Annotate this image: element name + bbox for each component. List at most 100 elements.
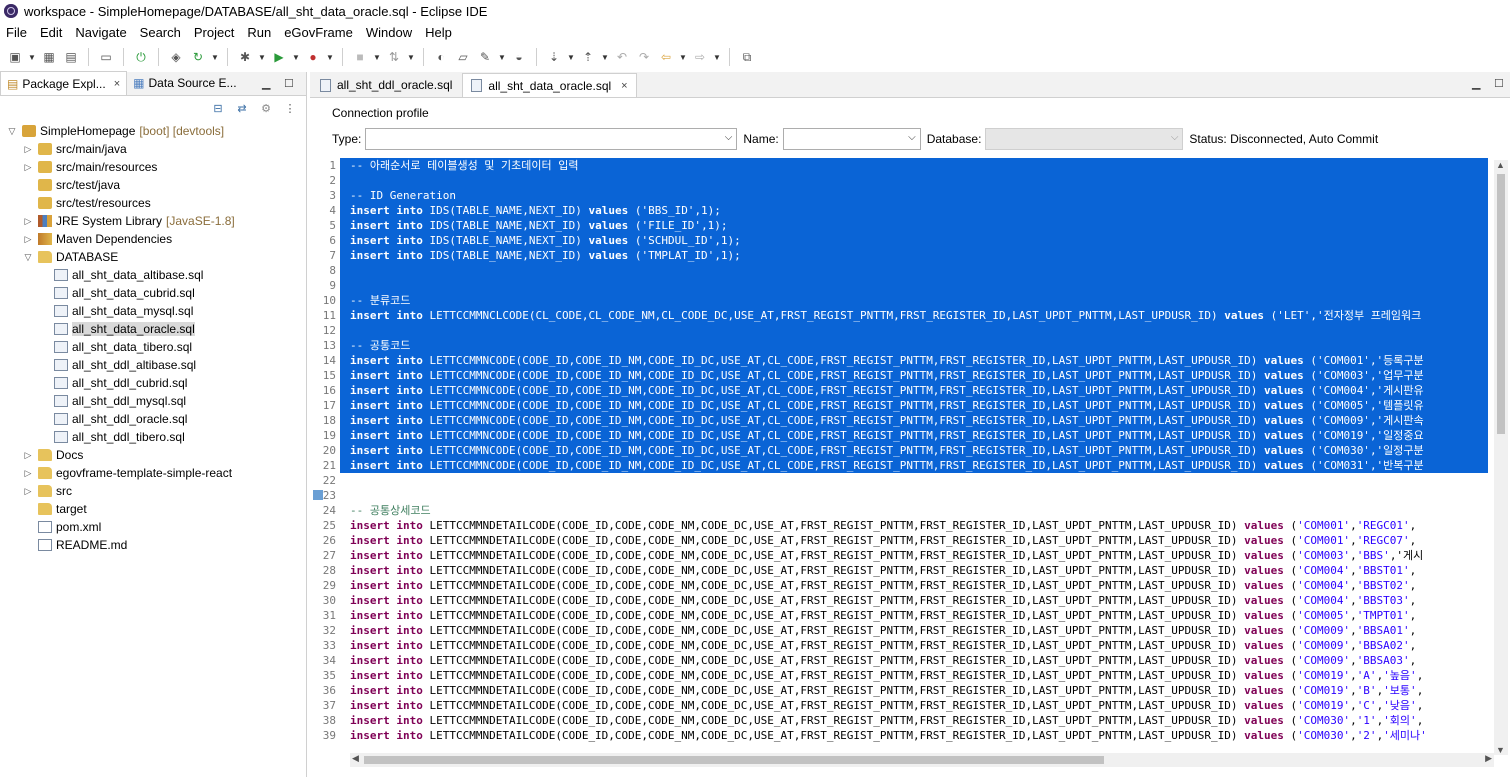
code-text[interactable]: insert into LETTCCMMNDETAILCODE(CODE_ID,… <box>340 593 1488 608</box>
tree-item-src[interactable]: ▷ src <box>0 482 306 500</box>
code-line[interactable]: 18 insert into LETTCCMMNCODE(CODE_ID,CODE… <box>310 413 1498 428</box>
code-line[interactable]: 12 <box>310 323 1498 338</box>
tree-item-src-main-resources[interactable]: ▷ src/main/resources <box>0 158 306 176</box>
code-line[interactable]: 26 insert into LETTCCMMNDETAILCODE(CODE_I… <box>310 533 1498 548</box>
tree-item-sql-file[interactable]: all_sht_ddl_tibero.sql <box>0 428 306 446</box>
external-tools-icon[interactable]: ● <box>304 48 322 66</box>
code-text[interactable]: insert into LETTCCMMNDETAILCODE(CODE_ID,… <box>340 563 1488 578</box>
code-text[interactable]: -- 공통코드 <box>340 338 1488 353</box>
tree-item-simplehomepage[interactable]: ▽ SimpleHomepage [boot] [devtools] <box>0 122 306 140</box>
code-text[interactable]: insert into LETTCCMMNCODE(CODE_ID,CODE_I… <box>340 353 1488 368</box>
connect-icon[interactable]: ⇅ <box>385 48 403 66</box>
code-line[interactable]: 4 insert into IDS(TABLE_NAME,NEXT_ID) val… <box>310 203 1498 218</box>
code-text[interactable]: -- 공통상세코드 <box>340 503 1488 518</box>
debug-icon[interactable]: ✱ <box>236 48 254 66</box>
refresh-icon[interactable]: ↻ <box>189 48 207 66</box>
code-line[interactable]: 16 insert into LETTCCMMNCODE(CODE_ID,CODE… <box>310 383 1498 398</box>
collapse-all-icon[interactable]: ⊟ <box>210 100 226 116</box>
code-text[interactable]: insert into LETTCCMMNDETAILCODE(CODE_ID,… <box>340 578 1488 593</box>
code-text[interactable] <box>340 473 1488 488</box>
minimize-icon[interactable]: ▁ <box>1472 77 1480 90</box>
code-line[interactable]: 10 -- 분류코드 <box>310 293 1498 308</box>
tree-item-maven-dependencies[interactable]: ▷ Maven Dependencies <box>0 230 306 248</box>
tree-item-src-test-resources[interactable]: src/test/resources <box>0 194 306 212</box>
code-line[interactable]: 5 insert into IDS(TABLE_NAME,NEXT_ID) val… <box>310 218 1498 233</box>
code-line[interactable]: 33 insert into LETTCCMMNDETAILCODE(CODE_I… <box>310 638 1498 653</box>
code-line[interactable]: 22 <box>310 473 1498 488</box>
tree-item-sql-file[interactable]: all_sht_ddl_oracle.sql <box>0 410 306 428</box>
code-text[interactable]: insert into LETTCCMMNCODE(CODE_ID,CODE_I… <box>340 428 1488 443</box>
code-line[interactable]: 21 insert into LETTCCMMNCODE(CODE_ID,CODE… <box>310 458 1498 473</box>
task-icon[interactable]: ◒ <box>510 48 528 66</box>
new-icon[interactable]: ▣ <box>6 48 24 66</box>
code-text[interactable]: insert into IDS(TABLE_NAME,NEXT_ID) valu… <box>340 248 1488 263</box>
code-line[interactable]: 6 insert into IDS(TABLE_NAME,NEXT_ID) val… <box>310 233 1498 248</box>
stop-icon[interactable]: ■ <box>351 48 369 66</box>
code-line[interactable]: 29 insert into LETTCCMMNDETAILCODE(CODE_I… <box>310 578 1498 593</box>
code-line[interactable]: 7 insert into IDS(TABLE_NAME,NEXT_ID) val… <box>310 248 1498 263</box>
tree-item-egovframe-template[interactable]: ▷ egovframe-template-simple-react <box>0 464 306 482</box>
code-line[interactable]: 27 insert into LETTCCMMNDETAILCODE(CODE_I… <box>310 548 1498 563</box>
name-select[interactable]: ⌵ <box>782 128 921 150</box>
code-text[interactable]: insert into LETTCCMMNCODE(CODE_ID,CODE_I… <box>340 458 1488 473</box>
link-with-editor-icon[interactable]: ⇄ <box>234 100 250 116</box>
code-text[interactable]: insert into LETTCCMMNDETAILCODE(CODE_ID,… <box>340 698 1488 713</box>
code-text[interactable]: insert into LETTCCMMNDETAILCODE(CODE_ID,… <box>340 623 1488 638</box>
close-icon[interactable]: × <box>114 78 120 90</box>
chevron-down-icon[interactable]: ▼ <box>679 53 687 62</box>
chevron-down-icon[interactable]: ▼ <box>601 53 609 62</box>
chevron-down-icon[interactable]: ▼ <box>567 53 575 62</box>
code-text[interactable] <box>340 263 1488 278</box>
chevron-down-icon[interactable]: ▼ <box>258 53 266 62</box>
code-line[interactable]: 11 insert into LETTCCMMNCLCODE(CL_CODE,CL… <box>310 308 1498 323</box>
open-type-icon[interactable]: ◐ <box>432 48 450 66</box>
code-text[interactable]: insert into LETTCCMMNDETAILCODE(CODE_ID,… <box>340 713 1488 728</box>
chevron-down-icon[interactable]: ▼ <box>292 53 300 62</box>
code-line[interactable]: 13 -- 공통코드 <box>310 338 1498 353</box>
code-text[interactable]: insert into LETTCCMMNCODE(CODE_ID,CODE_I… <box>340 443 1488 458</box>
prev-annotation-icon[interactable]: ⇡ <box>579 48 597 66</box>
code-text[interactable] <box>340 173 1488 188</box>
menu-egovframe[interactable]: eGovFrame <box>284 25 353 40</box>
chevron-right-icon[interactable]: ▷ <box>22 234 34 245</box>
chevron-down-icon[interactable]: ▼ <box>211 53 219 62</box>
code-line[interactable]: 17 insert into LETTCCMMNCODE(CODE_ID,CODE… <box>310 398 1498 413</box>
menu-project[interactable]: Project <box>194 25 234 40</box>
tab-package-explorer[interactable]: ▤ Package Expl... × <box>0 71 128 95</box>
tree-item-sql-file[interactable]: all_sht_data_cubrid.sql <box>0 284 306 302</box>
tree-item-sql-file[interactable]: all_sht_ddl_cubrid.sql <box>0 374 306 392</box>
chevron-right-icon[interactable]: ▷ <box>22 486 34 497</box>
chevron-down-icon[interactable]: ▼ <box>713 53 721 62</box>
open-folder-icon[interactable]: ▱ <box>454 48 472 66</box>
code-line[interactable]: 28 insert into LETTCCMMNDETAILCODE(CODE_I… <box>310 563 1498 578</box>
menu-file[interactable]: File <box>6 25 27 40</box>
tab-data-source-explorer[interactable]: ▦ Data Source E... <box>127 71 242 95</box>
tree-item-sql-file[interactable]: all_sht_data_mysql.sql <box>0 302 306 320</box>
code-text[interactable] <box>340 278 1488 293</box>
chevron-up-icon[interactable]: ▲ <box>1496 160 1505 170</box>
tree-item-pom-xml[interactable]: pom.xml <box>0 518 306 536</box>
code-line[interactable]: 1 -- 아래순서로 테이블생성 및 기초데이터 입력 <box>310 158 1498 173</box>
menu-help[interactable]: Help <box>425 25 452 40</box>
database-select[interactable]: ⌵ <box>985 128 1184 150</box>
chevron-right-icon[interactable]: ▶ <box>1485 753 1492 764</box>
code-line[interactable]: 39 insert into LETTCCMMNDETAILCODE(CODE_I… <box>310 728 1498 743</box>
code-text[interactable]: insert into LETTCCMMNCLCODE(CL_CODE,CL_C… <box>340 308 1488 323</box>
save-icon[interactable]: ▦ <box>40 48 58 66</box>
chevron-down-icon[interactable]: ▼ <box>373 53 381 62</box>
code-text[interactable]: insert into LETTCCMMNDETAILCODE(CODE_ID,… <box>340 653 1488 668</box>
code-text[interactable]: insert into LETTCCMMNCODE(CODE_ID,CODE_I… <box>340 398 1488 413</box>
tree-item-sql-file[interactable]: all_sht_ddl_mysql.sql <box>0 392 306 410</box>
code-text[interactable]: insert into LETTCCMMNDETAILCODE(CODE_ID,… <box>340 548 1488 563</box>
menu-edit[interactable]: Edit <box>40 25 62 40</box>
scrollbar-thumb[interactable] <box>1497 174 1505 434</box>
code-text[interactable]: insert into LETTCCMMNCODE(CODE_ID,CODE_I… <box>340 413 1488 428</box>
code-line[interactable]: 23 <box>310 488 1498 503</box>
tab-data-oracle[interactable]: all_sht_data_oracle.sql × <box>462 73 637 97</box>
maximize-icon[interactable]: ☐ <box>284 77 294 90</box>
code-line[interactable]: 37 insert into LETTCCMMNDETAILCODE(CODE_I… <box>310 698 1498 713</box>
code-text[interactable] <box>340 488 1488 503</box>
chevron-right-icon[interactable]: ▷ <box>22 162 34 173</box>
menu-window[interactable]: Window <box>366 25 412 40</box>
code-line[interactable]: 34 insert into LETTCCMMNDETAILCODE(CODE_I… <box>310 653 1498 668</box>
